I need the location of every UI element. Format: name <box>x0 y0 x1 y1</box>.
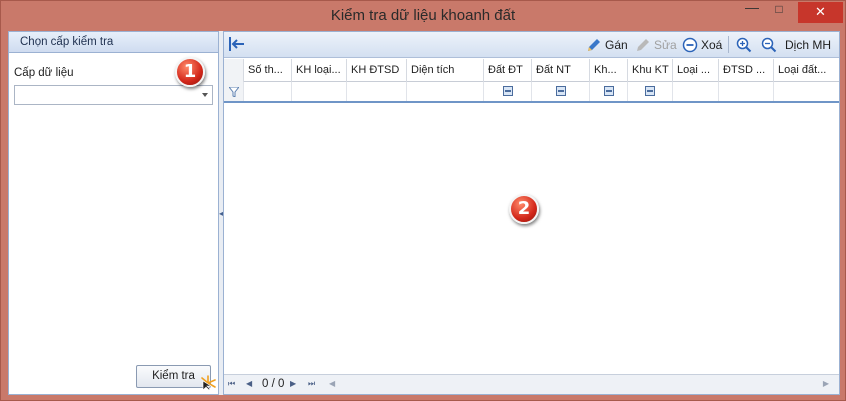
maximize-button[interactable]: □ <box>766 2 792 22</box>
last-page-icon[interactable]: ⏭ <box>308 379 315 389</box>
filter-cell[interactable] <box>774 82 839 101</box>
step-badge-2: 2 <box>509 194 539 224</box>
zoom-in-icon <box>736 37 752 53</box>
window-title: Kiểm tra dữ liệu khoanh đất <box>330 7 516 24</box>
scroll-right-icon[interactable]: ▶ <box>823 379 829 388</box>
zoom-out-button[interactable] <box>761 36 777 54</box>
filter-cell[interactable] <box>719 82 774 101</box>
column-header[interactable]: Kh... <box>590 59 628 82</box>
column-header[interactable]: Số th... <box>244 59 292 82</box>
column-header[interactable]: Đất NT <box>532 59 590 82</box>
client-area: Chọn cấp kiểm tra Cấp dữ liệu Kiểm tra ◂ <box>8 31 840 395</box>
column-header[interactable]: Đất ĐT <box>484 59 532 82</box>
filter-icon[interactable] <box>229 87 239 97</box>
step-badge-1: 1 <box>175 57 205 87</box>
column-header[interactable]: Loại ... <box>673 59 719 82</box>
data-level-combobox[interactable] <box>14 85 213 105</box>
data-level-label: Cấp dữ liệu <box>14 67 74 79</box>
app-window: Kiểm tra dữ liệu khoanh đất — □ ✕ Chọn c… <box>0 0 846 401</box>
minimize-button[interactable]: — <box>739 0 765 19</box>
filter-cell[interactable] <box>292 82 347 101</box>
grid-header-row: Số th... KH loại... KH ĐTSD Diện tích Đấ… <box>224 59 839 82</box>
filter-cell[interactable] <box>347 82 407 101</box>
grid-toolbar: Gán Sửa Xoá Dịch MH <box>224 32 839 58</box>
page-info: 0 / 0 <box>262 378 285 390</box>
assign-button[interactable]: Gán <box>586 36 628 54</box>
scroll-left-icon[interactable]: ◀ <box>329 379 335 388</box>
filter-cell[interactable] <box>628 82 673 101</box>
column-header[interactable]: Diện tích <box>407 59 484 82</box>
zoom-out-icon <box>761 37 777 53</box>
filter-cell[interactable] <box>673 82 719 101</box>
column-header[interactable]: KH ĐTSD <box>347 59 407 82</box>
chevron-down-icon[interactable] <box>202 93 208 97</box>
column-header[interactable]: ĐTSD ... <box>719 59 774 82</box>
horizontal-scrollbar[interactable]: ◀ ▶ <box>329 379 829 391</box>
zoom-in-button[interactable] <box>736 36 752 54</box>
pencil-icon <box>637 39 649 51</box>
translate-label: Dịch MH <box>785 38 832 52</box>
assign-label: Gán <box>605 38 628 52</box>
filter-row <box>224 82 839 103</box>
grid-navigator: ⏮ ◀ 0 / 0 ▶ ⏭ ◀ ▶ <box>224 374 839 394</box>
close-button[interactable]: ✕ <box>798 2 843 23</box>
filter-checkbox[interactable] <box>503 86 513 96</box>
back-arrow-icon[interactable] <box>228 35 246 53</box>
filter-cell[interactable] <box>590 82 628 101</box>
filter-checkbox[interactable] <box>556 86 566 96</box>
pencil-icon <box>588 39 600 51</box>
delete-label: Xoá <box>701 38 723 52</box>
previous-page-icon[interactable]: ◀ <box>246 379 252 388</box>
filter-checkbox[interactable] <box>645 86 655 96</box>
grid-body[interactable] <box>224 105 839 373</box>
row-indicator-header <box>224 59 244 82</box>
edit-button[interactable]: Sửa <box>635 36 677 54</box>
column-header[interactable]: Khu KT <box>628 59 673 82</box>
toolbar-separator <box>728 36 729 53</box>
edit-label: Sửa <box>654 38 677 52</box>
filter-cell[interactable] <box>532 82 590 101</box>
click-cursor-icon <box>201 375 216 391</box>
left-panel-header: Chọn cấp kiểm tra <box>9 32 218 53</box>
translate-button[interactable]: Dịch MH <box>785 36 831 54</box>
filter-checkbox[interactable] <box>604 86 614 96</box>
delete-button[interactable]: Xoá <box>682 36 722 54</box>
column-header[interactable]: KH loại... <box>292 59 347 82</box>
first-page-icon[interactable]: ⏮ <box>228 379 235 389</box>
filter-cell[interactable] <box>484 82 532 101</box>
title-bar: Kiểm tra dữ liệu khoanh đất — □ ✕ <box>1 0 845 31</box>
filter-cell[interactable] <box>407 82 484 101</box>
filter-indicator-cell <box>224 82 244 101</box>
minus-circle-icon <box>682 37 698 53</box>
filter-cell[interactable] <box>244 82 292 101</box>
next-page-icon[interactable]: ▶ <box>290 379 296 388</box>
column-header[interactable]: Loại đất... <box>774 59 839 82</box>
